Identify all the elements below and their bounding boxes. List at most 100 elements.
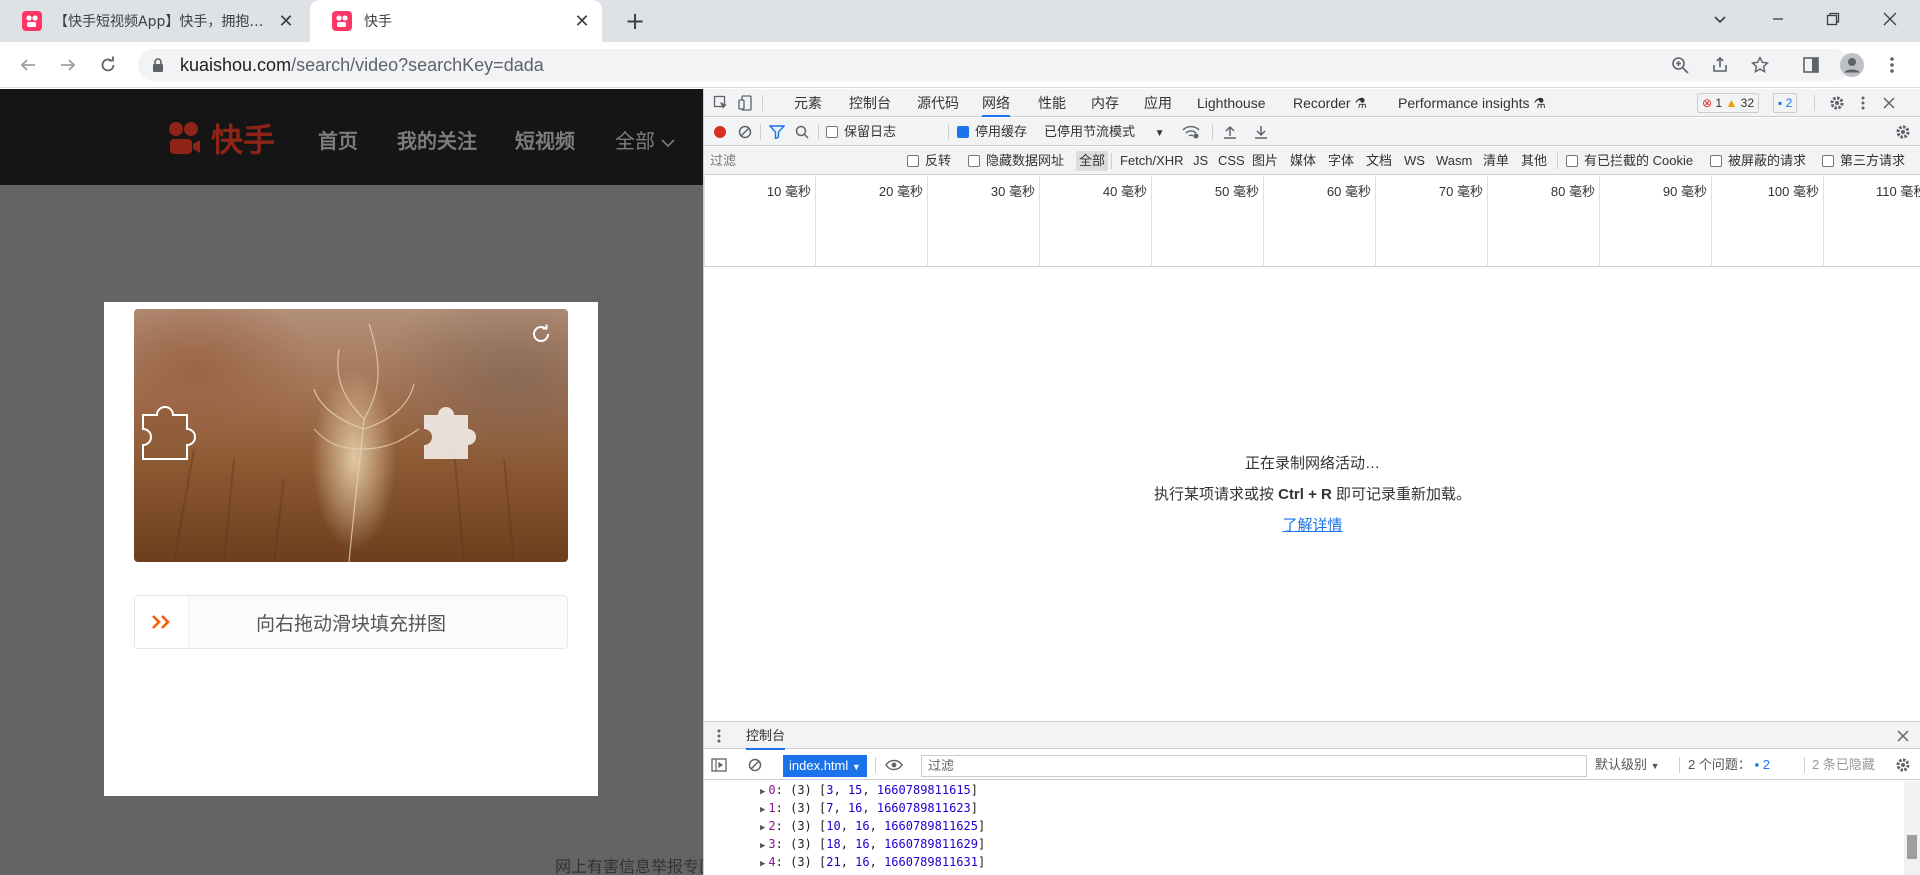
clear-icon[interactable]: [736, 123, 754, 141]
nav-following[interactable]: 我的关注: [397, 125, 477, 154]
network-filter-input[interactable]: 过滤: [710, 147, 896, 175]
tab-sources[interactable]: 源代码: [917, 89, 959, 117]
tab-network[interactable]: 网络: [982, 89, 1010, 117]
expand-triangle-icon[interactable]: ▶: [760, 805, 765, 815]
context-selector[interactable]: index.html ▼: [783, 755, 867, 777]
share-icon[interactable]: [1708, 53, 1732, 77]
checkbox[interactable]: [968, 155, 980, 167]
lock-icon[interactable]: [152, 58, 164, 72]
checkbox[interactable]: [1710, 155, 1722, 167]
inspect-element-icon[interactable]: [712, 94, 730, 112]
network-overview-timeline[interactable]: 10 毫秒 20 毫秒 30 毫秒 40 毫秒 50 毫秒 60 毫秒 70 毫…: [704, 176, 1920, 267]
type-filter-other[interactable]: 其他: [1521, 147, 1547, 175]
console-array-entry[interactable]: ▶ 0: (3) [3, 15, 1660789811615]: [760, 781, 978, 799]
third-party-checkbox[interactable]: 第三方请求: [1822, 147, 1905, 175]
expand-triangle-icon[interactable]: ▶: [760, 859, 765, 869]
type-filter-img[interactable]: 图片: [1252, 147, 1278, 175]
minimize-icon[interactable]: [1753, 0, 1803, 38]
close-window-icon[interactable]: [1865, 0, 1915, 38]
tab-performance-insights[interactable]: Performance insights ⚗: [1398, 89, 1546, 117]
nav-home[interactable]: 首页: [318, 125, 358, 154]
expand-triangle-icon[interactable]: ▶: [760, 823, 765, 833]
new-tab-button[interactable]: +: [622, 7, 648, 35]
tab-memory[interactable]: 内存: [1091, 89, 1119, 117]
checkbox-checked[interactable]: [957, 126, 969, 138]
disable-cache-checkbox[interactable]: 停用缓存: [957, 118, 1027, 146]
blocked-cookies-checkbox[interactable]: 有已拦截的 Cookie: [1566, 147, 1693, 175]
throttling-select[interactable]: 已停用节流模式 ▼: [1044, 118, 1165, 146]
forward-icon[interactable]: [54, 51, 82, 79]
device-toolbar-icon[interactable]: [737, 94, 755, 112]
issues-link[interactable]: 2 个问题： ▪ 2: [1688, 751, 1770, 779]
profile-avatar-icon[interactable]: [1838, 51, 1866, 79]
address-bar[interactable]: kuaishou.com/search/video?searchKey=dada: [138, 49, 1850, 81]
search-icon[interactable]: [793, 123, 811, 141]
export-har-icon[interactable]: [1252, 123, 1270, 141]
log-level-select[interactable]: 默认级别 ▼: [1595, 751, 1660, 779]
live-expression-eye-icon[interactable]: [885, 756, 903, 774]
restore-icon[interactable]: [1808, 0, 1858, 38]
type-filter-fetch-xhr[interactable]: Fetch/XHR: [1120, 147, 1184, 175]
puzzle-piece[interactable]: [142, 403, 204, 465]
type-filter-doc[interactable]: 文档: [1366, 147, 1392, 175]
network-settings-gear-icon[interactable]: [1894, 123, 1912, 141]
tab-recorder[interactable]: Recorder ⚗: [1293, 89, 1367, 117]
browser-tab-kuaishou-search[interactable]: 快手 ✕: [310, 0, 602, 42]
messages-badge[interactable]: ▪ 2: [1773, 93, 1798, 113]
bookmark-star-icon[interactable]: [1748, 53, 1772, 77]
filter-icon[interactable]: [768, 123, 786, 141]
refresh-icon[interactable]: [530, 323, 552, 345]
nav-short-video[interactable]: 短视频: [515, 125, 575, 154]
console-scrollbar[interactable]: [1904, 781, 1920, 875]
import-har-icon[interactable]: [1221, 123, 1239, 141]
type-filter-all[interactable]: 全部: [1076, 151, 1109, 171]
close-tab-icon[interactable]: ✕: [572, 11, 592, 32]
kuaishou-logo[interactable]: 快手: [165, 115, 275, 161]
expand-triangle-icon[interactable]: ▶: [760, 787, 765, 797]
issue-counter-badge[interactable]: ⊗ 1 ▲ 32: [1697, 93, 1760, 113]
checkbox[interactable]: [1822, 155, 1834, 167]
customize-menu-icon[interactable]: [1854, 94, 1872, 112]
console-array-entry[interactable]: ▶ 3: (3) [18, 16, 1660789811629]: [760, 835, 985, 853]
type-filter-media[interactable]: 媒体: [1290, 147, 1316, 175]
hide-data-urls-checkbox[interactable]: 隐藏数据网址: [968, 147, 1064, 175]
tab-lighthouse[interactable]: Lighthouse: [1197, 89, 1266, 117]
drawer-tab-console[interactable]: 控制台: [746, 722, 786, 750]
preserve-log-checkbox[interactable]: 保留日志: [826, 118, 896, 146]
console-array-entry[interactable]: ▶ 2: (3) [10, 16, 1660789811625]: [760, 817, 985, 835]
checkbox[interactable]: [826, 126, 838, 138]
side-panel-icon[interactable]: [1797, 51, 1825, 79]
console-sidebar-icon[interactable]: [710, 756, 728, 774]
blocked-requests-checkbox[interactable]: 被屏蔽的请求: [1710, 147, 1806, 175]
report-harmful-info-link[interactable]: 网上有害信息举报专区: [555, 853, 703, 875]
tab-application[interactable]: 应用: [1144, 89, 1172, 117]
tab-console[interactable]: 控制台: [849, 89, 891, 117]
chrome-menu-icon[interactable]: [1878, 51, 1906, 79]
type-filter-js[interactable]: JS: [1193, 147, 1208, 175]
network-conditions-icon[interactable]: [1182, 123, 1200, 141]
type-filter-font[interactable]: 字体: [1328, 147, 1354, 175]
invert-checkbox[interactable]: 反转: [907, 147, 951, 175]
nav-all-dropdown[interactable]: 全部: [615, 125, 675, 154]
slider-handle[interactable]: [135, 596, 189, 648]
settings-gear-icon[interactable]: [1828, 94, 1846, 112]
console-settings-gear-icon[interactable]: [1894, 756, 1912, 774]
drawer-menu-icon[interactable]: [710, 727, 728, 745]
type-filter-ws[interactable]: WS: [1404, 147, 1425, 175]
browser-tab-kuaishou-home[interactable]: 【快手短视频App】快手，拥抱每一种生活 ✕: [0, 0, 306, 42]
captcha-slider-track[interactable]: 向右拖动滑块填充拼图: [134, 595, 568, 649]
reload-icon[interactable]: [94, 51, 122, 79]
scrollbar-thumb[interactable]: [1907, 835, 1917, 859]
close-drawer-icon[interactable]: [1894, 727, 1912, 745]
expand-triangle-icon[interactable]: ▶: [760, 841, 765, 851]
console-array-entry[interactable]: ▶ 4: (3) [21, 16, 1660789811631]: [760, 853, 985, 871]
type-filter-css[interactable]: CSS: [1218, 147, 1245, 175]
close-devtools-icon[interactable]: [1880, 94, 1898, 112]
checkbox[interactable]: [1566, 155, 1578, 167]
tab-search-icon[interactable]: [1695, 0, 1745, 38]
learn-more-link[interactable]: 了解详情: [704, 514, 1920, 535]
record-stop-icon[interactable]: [711, 123, 729, 141]
tab-performance[interactable]: 性能: [1038, 89, 1066, 117]
back-icon[interactable]: [14, 51, 42, 79]
type-filter-wasm[interactable]: Wasm: [1436, 147, 1472, 175]
